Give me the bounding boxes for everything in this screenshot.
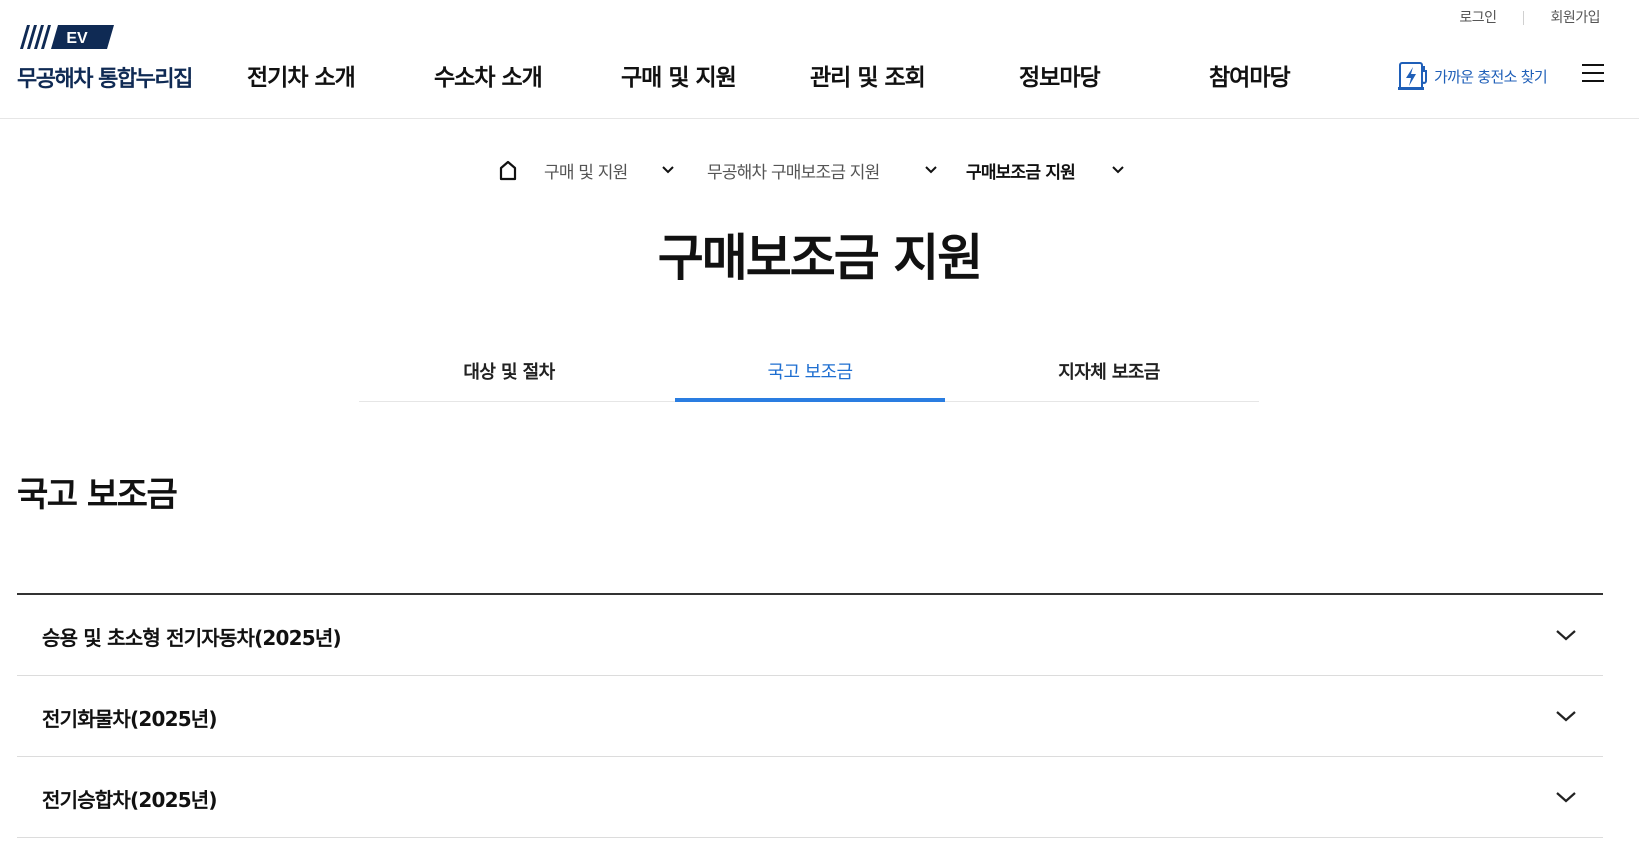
accordion-item-label: 전기승합차(2025년) (42, 788, 218, 812)
ev-charger-icon (1398, 62, 1427, 90)
nav-item-participation[interactable]: 참여마당 (1209, 58, 1291, 92)
tab-national-subsidy[interactable]: 국고 보조금 (675, 340, 945, 402)
chevron-down-icon[interactable] (1109, 161, 1127, 179)
accordion-item-passenger[interactable]: 승용 및 초소형 전기자동차(2025년) (17, 595, 1603, 676)
find-charger-label: 가까운 충전소 찾기 (1434, 67, 1548, 86)
util-divider (1523, 11, 1525, 25)
breadcrumb-item-purchase-support[interactable]: 구매 및 지원 (544, 158, 628, 183)
utility-links: 로그인 회원가입 (1459, 7, 1600, 27)
accordion-item-truck[interactable]: 전기화물차(2025년) (17, 676, 1603, 757)
login-link[interactable]: 로그인 (1459, 10, 1497, 26)
accordion-item-label: 승용 및 초소형 전기자동차(2025년) (42, 626, 342, 650)
chevron-down-icon[interactable] (659, 161, 677, 179)
ev-logo-mark: EV (20, 25, 114, 49)
tab-local-subsidy[interactable]: 지자체 보조금 (959, 340, 1259, 402)
page-title: 구매보조금 지원 (657, 229, 983, 287)
logo-text: 무공해차 통합누리집 (17, 67, 193, 92)
chevron-down-icon[interactable] (1554, 704, 1578, 728)
home-icon[interactable] (497, 159, 519, 181)
active-tab-indicator (675, 398, 945, 402)
site-header: EV 무공해차 통합누리집 로그인 회원가입 전기차 소개 수소차 소개 구매 … (0, 0, 1639, 119)
logo-badge: EV (66, 30, 88, 47)
nav-item-information[interactable]: 정보마당 (1019, 58, 1101, 92)
tab-eligibility-procedure[interactable]: 대상 및 절차 (359, 340, 659, 402)
accordion-item-label: 전기화물차(2025년) (42, 707, 218, 731)
subsidy-accordion: 승용 및 초소형 전기자동차(2025년) 전기화물차(2025년) 전기승합차… (17, 593, 1603, 838)
chevron-down-icon[interactable] (922, 161, 940, 179)
breadcrumb-item-subsidy-program[interactable]: 무공해차 구매보조금 지원 (707, 158, 880, 183)
chevron-down-icon[interactable] (1554, 785, 1578, 809)
main-navigation: 전기차 소개 수소차 소개 구매 및 지원 관리 및 조회 정보마당 참여마당 (220, 58, 1320, 94)
hamburger-menu-icon[interactable] (1582, 62, 1604, 84)
nav-item-hydrogen-intro[interactable]: 수소차 소개 (434, 58, 543, 92)
breadcrumb: 구매 및 지원 무공해차 구매보조금 지원 구매보조금 지원 (0, 155, 1639, 187)
nav-item-purchase-support[interactable]: 구매 및 지원 (621, 58, 737, 92)
accordion-item-bus[interactable]: 전기승합차(2025년) (17, 757, 1603, 838)
breadcrumb-item-current[interactable]: 구매보조금 지원 (966, 158, 1076, 183)
nav-item-ev-intro[interactable]: 전기차 소개 (247, 58, 356, 92)
find-charger-link[interactable]: 가까운 충전소 찾기 (1397, 58, 1548, 94)
section-title: 국고 보조금 (17, 475, 178, 515)
chevron-down-icon[interactable] (1554, 623, 1578, 647)
nav-item-management[interactable]: 관리 및 조회 (810, 58, 926, 92)
subsidy-tabs: 대상 및 절차 국고 보조금 지자체 보조금 (359, 340, 1259, 402)
site-logo[interactable]: EV 무공해차 통합누리집 (17, 25, 217, 95)
signup-link[interactable]: 회원가입 (1550, 10, 1600, 26)
